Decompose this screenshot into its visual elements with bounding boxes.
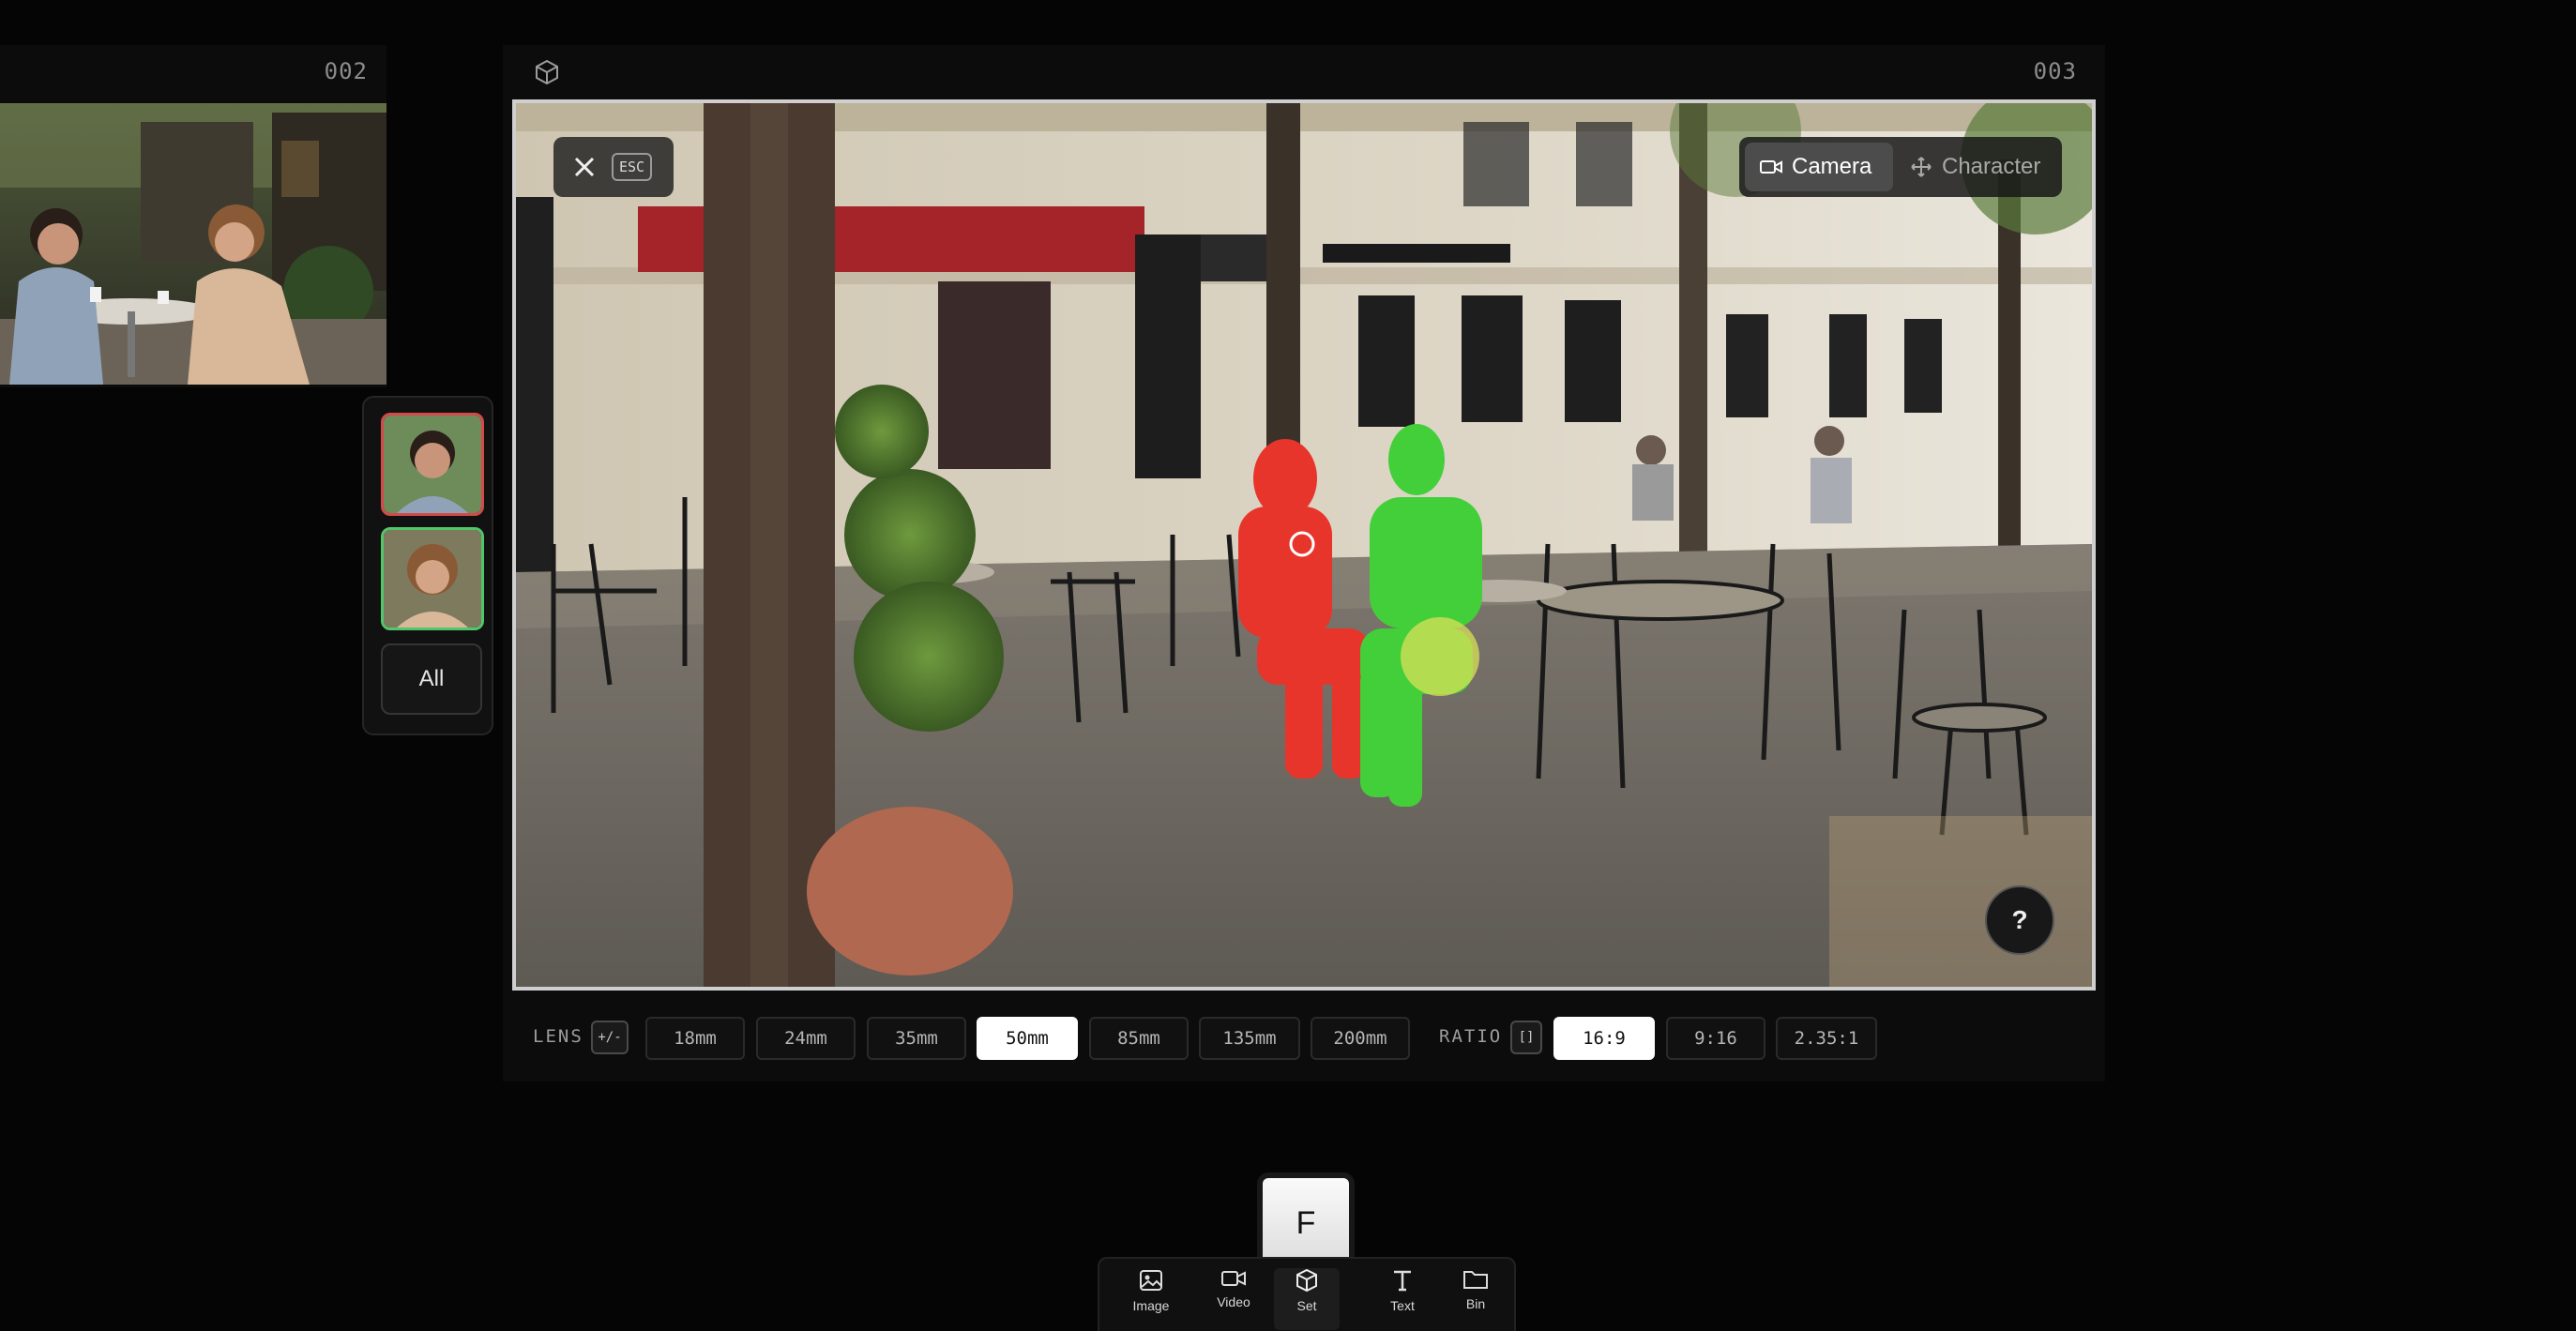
dock-bin-button[interactable]: Bin xyxy=(1443,1268,1508,1330)
folder-icon xyxy=(1463,1271,1488,1289)
dock-set-button[interactable]: Set xyxy=(1274,1268,1340,1330)
lens-option[interactable]: 135mm xyxy=(1199,1017,1300,1060)
video-camera-icon xyxy=(1760,160,1782,174)
lens-option[interactable]: 85mm xyxy=(1089,1017,1189,1060)
panel-id: 002 xyxy=(324,58,368,84)
camera-mode-label: Camera xyxy=(1792,154,1872,179)
all-characters-button[interactable]: All xyxy=(381,643,482,715)
shot-panel-003: 003 ESC Camera Character ? LENS +/- 18mm… xyxy=(503,45,2105,1081)
lens-option-selected[interactable]: 50mm xyxy=(977,1017,1078,1060)
esc-key-hint: ESC xyxy=(612,153,653,181)
bottom-toolbar: Image Video Set Text Bin xyxy=(1098,1257,1516,1331)
dock-label: Image xyxy=(1132,1298,1170,1313)
man-portrait-image xyxy=(384,416,481,513)
dock-label: Video xyxy=(1217,1294,1250,1309)
character-thumb-green[interactable] xyxy=(381,527,484,630)
lens-option[interactable]: 18mm xyxy=(645,1017,745,1060)
character-list: All xyxy=(362,396,493,735)
ratio-option[interactable]: 2.35:1 xyxy=(1776,1017,1877,1060)
lens-option[interactable]: 200mm xyxy=(1311,1017,1410,1060)
mode-toggle: Camera Character xyxy=(1739,137,2062,197)
dock-image-button[interactable]: Image xyxy=(1118,1268,1184,1330)
character-thumb-red[interactable] xyxy=(381,413,484,516)
ratio-option-selected[interactable]: 16:9 xyxy=(1553,1017,1655,1060)
close-icon xyxy=(574,157,595,177)
cafe-scene-image xyxy=(0,103,386,385)
street-cafe-scene xyxy=(516,103,2092,987)
video-icon xyxy=(1221,1271,1246,1286)
character-mode-button[interactable]: Character xyxy=(1895,143,2056,191)
shot-panel-002[interactable]: 002 xyxy=(0,45,386,387)
dock-label: Text xyxy=(1390,1298,1415,1313)
3d-set-viewport[interactable]: ESC Camera Character ? xyxy=(512,99,2096,991)
keyboard-hint-f: F xyxy=(1263,1178,1349,1268)
woman-portrait-image xyxy=(384,530,481,628)
cube-icon xyxy=(1296,1268,1317,1293)
camera-controls: LENS +/- 18mm 24mm 35mm 50mm 85mm 135mm … xyxy=(503,1009,2105,1069)
lens-option[interactable]: 24mm xyxy=(756,1017,856,1060)
lens-option[interactable]: 35mm xyxy=(867,1017,966,1060)
dock-label: Bin xyxy=(1465,1296,1486,1311)
text-icon xyxy=(1394,1270,1411,1292)
lens-toggle-button[interactable]: +/- xyxy=(591,1021,629,1054)
cube-icon xyxy=(536,59,558,85)
exit-viewport-button[interactable]: ESC xyxy=(553,137,674,197)
help-button[interactable]: ? xyxy=(1985,885,2054,955)
ratio-label: RATIO xyxy=(1439,1026,1503,1047)
character-mode-label: Character xyxy=(1942,154,2041,179)
dock-video-button[interactable]: Video xyxy=(1201,1268,1266,1330)
image-icon xyxy=(1140,1270,1162,1291)
shot-thumbnail[interactable] xyxy=(0,103,386,385)
ratio-option[interactable]: 9:16 xyxy=(1666,1017,1765,1060)
panel-id: 003 xyxy=(2033,58,2077,84)
camera-mode-button[interactable]: Camera xyxy=(1745,143,1893,191)
move-arrows-icon xyxy=(1911,157,1932,177)
lens-label: LENS xyxy=(533,1026,583,1047)
ratio-toggle-button[interactable]: [] xyxy=(1510,1021,1542,1054)
dock-text-button[interactable]: Text xyxy=(1370,1268,1435,1330)
dock-label: Set xyxy=(1296,1298,1317,1313)
